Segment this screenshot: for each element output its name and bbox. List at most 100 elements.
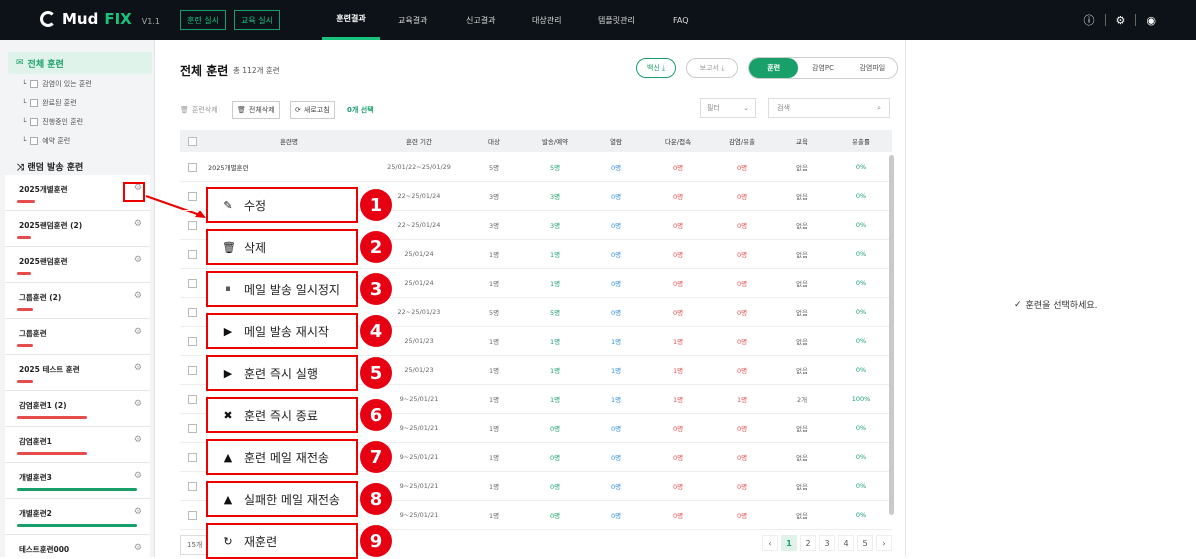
sidebar-item-all-training[interactable]: ✉ 전체 훈련 [8, 52, 152, 74]
vaccine-download-button[interactable]: 백신 ⤓ [636, 58, 676, 78]
checkbox[interactable] [30, 118, 39, 126]
sidebar-group-item[interactable]: 2025 테스트 훈련 ⚙ [5, 355, 150, 391]
sidebar-group-item[interactable]: 그룹훈련 ⚙ [5, 319, 150, 355]
tab-infected-pc[interactable]: 감염PC [798, 63, 847, 73]
sidebar-group-item[interactable]: 2025랜덤훈련 (2) ⚙ [5, 211, 150, 247]
checkbox[interactable] [187, 336, 197, 346]
gear-icon[interactable]: ⚙ [134, 363, 142, 373]
checkbox[interactable] [187, 394, 197, 404]
row-checkbox[interactable] [180, 153, 204, 181]
sidebar-item-infected[interactable]: └ 감염이 있는 훈련 [22, 79, 92, 89]
menu-item[interactable]: 🗑 삭제 [206, 229, 358, 265]
column-header: 훈련 기간 [406, 138, 432, 146]
gear-icon[interactable]: ⚙ [134, 399, 142, 409]
menu-item[interactable]: ⏸ 메일 발송 일시정지 [206, 271, 358, 307]
row-checkbox[interactable] [180, 356, 204, 384]
next-page-button[interactable]: › [876, 535, 892, 551]
gear-icon[interactable]: ⚙ [134, 255, 142, 265]
checkbox[interactable] [187, 307, 197, 317]
menu-item[interactable]: ▲ 실패한 메일 재전송 [206, 481, 358, 517]
sidebar-group-item[interactable]: 감염훈련1 (2) ⚙ [5, 391, 150, 427]
checkbox[interactable] [187, 136, 197, 146]
gear-icon[interactable]: ⚙ [134, 471, 142, 481]
nav-template-management[interactable]: 템플릿관리 [598, 0, 635, 40]
sidebar-item-completed[interactable]: └ 완료된 훈련 [22, 98, 77, 108]
nav-report-results[interactable]: 신고결과 [466, 0, 495, 40]
menu-item[interactable]: ✎ 수정 [206, 187, 358, 223]
checkbox[interactable] [30, 137, 39, 145]
gear-icon[interactable]: ⚙ [134, 291, 142, 301]
row-checkbox[interactable] [180, 240, 204, 268]
delete-all-button[interactable]: 🗑 전체삭제 [232, 101, 280, 119]
table-cell: 1명 [488, 280, 500, 288]
checkbox[interactable] [187, 162, 197, 172]
tab-training[interactable]: 훈련 [749, 58, 799, 78]
row-checkbox[interactable] [180, 298, 204, 326]
checkbox[interactable] [187, 278, 197, 288]
page-5-button[interactable]: 5 [857, 535, 873, 551]
start-training-button[interactable]: 훈련 실시 [180, 10, 226, 30]
user-icon[interactable]: ◉ [1146, 14, 1156, 27]
page-2-button[interactable]: 2 [800, 535, 816, 551]
table-scrollbar[interactable] [889, 155, 894, 515]
menu-item[interactable]: ↻ 재훈련 [206, 523, 358, 559]
sidebar-group-item[interactable]: 그룹훈련 (2) ⚙ [5, 283, 150, 319]
checkbox[interactable] [187, 481, 197, 491]
sidebar-item-scheduled[interactable]: └ 예약 훈련 [22, 136, 70, 146]
report-download-button[interactable]: 보고서 ⤓ [686, 58, 738, 78]
refresh-button[interactable]: ⟳ 새로고침 [290, 101, 335, 119]
gear-icon[interactable]: ⚙ [1116, 14, 1126, 27]
sidebar-group-item[interactable]: 감염훈련1 ⚙ [5, 427, 150, 463]
nav-training-results[interactable]: 훈련결과 [322, 0, 380, 40]
checkbox[interactable] [187, 510, 197, 520]
header-checkbox[interactable] [180, 130, 204, 152]
checkbox[interactable] [187, 452, 197, 462]
page-1-button[interactable]: 1 [781, 535, 797, 551]
checkbox[interactable] [187, 365, 197, 375]
search-input[interactable]: 검색 ⌕ [768, 98, 890, 118]
sidebar-group-item[interactable]: 테스트훈련000 ⚙ [5, 535, 150, 557]
sidebar-item-in-progress[interactable]: └ 진행중인 훈련 [22, 117, 83, 127]
sidebar-group-item[interactable]: 개별훈련3 ⚙ [5, 463, 150, 499]
checkbox[interactable] [30, 99, 39, 107]
menu-item[interactable]: ▲ 훈련 메일 재전송 [206, 439, 358, 475]
nav-target-management[interactable]: 대상관리 [532, 0, 561, 40]
nav-faq[interactable]: FAQ [673, 0, 689, 40]
gear-icon[interactable]: ⚙ [134, 507, 142, 517]
filter-select[interactable]: 필터 ⌄ [700, 98, 756, 118]
nav-education-results[interactable]: 교육결과 [398, 0, 427, 40]
page-3-button[interactable]: 3 [819, 535, 835, 551]
checkbox[interactable] [30, 80, 39, 88]
gear-icon[interactable]: ⚙ [134, 435, 142, 445]
sidebar-group-item[interactable]: 개별훈련2 ⚙ [5, 499, 150, 535]
menu-item[interactable]: ▶ 메일 발송 재시작 [206, 313, 358, 349]
table-row[interactable]: 2025개별훈련 25/01/22~25/01/29 5명 5명 0명 0명 0명 없음 0% [180, 153, 892, 182]
gear-icon[interactable]: ⚙ [134, 327, 142, 337]
row-checkbox[interactable] [180, 269, 204, 297]
app-logo[interactable]: Mud FIX V1.1 [40, 10, 160, 28]
menu-item[interactable]: ▶ 훈련 즉시 실행 [206, 355, 358, 391]
checkbox[interactable] [187, 423, 197, 433]
row-checkbox[interactable] [180, 211, 204, 239]
menu-item[interactable]: ✖ 훈련 즉시 종료 [206, 397, 358, 433]
row-checkbox[interactable] [180, 443, 204, 471]
row-checkbox[interactable] [180, 501, 204, 529]
sidebar-item-random[interactable]: ⤨ 랜덤 발송 훈련 [17, 160, 83, 173]
gear-icon[interactable]: ⚙ [134, 219, 142, 229]
gear-icon[interactable]: ⚙ [134, 543, 142, 553]
row-checkbox[interactable] [180, 414, 204, 442]
row-checkbox[interactable] [180, 472, 204, 500]
tab-infected-file[interactable]: 감염파일 [848, 63, 897, 73]
checkbox[interactable] [187, 191, 197, 201]
sidebar-group-item[interactable]: 2025랜덤훈련 ⚙ [5, 247, 150, 283]
checkbox[interactable] [187, 249, 197, 259]
page-4-button[interactable]: 4 [838, 535, 854, 551]
checkbox[interactable] [187, 220, 197, 230]
row-checkbox[interactable] [180, 385, 204, 413]
delete-training-button[interactable]: 🗑 훈련삭제 [180, 105, 218, 115]
start-education-button[interactable]: 교육 실시 [234, 10, 280, 30]
row-checkbox[interactable] [180, 182, 204, 210]
prev-page-button[interactable]: ‹ [762, 535, 778, 551]
row-checkbox[interactable] [180, 327, 204, 355]
info-icon[interactable]: ⓘ [1084, 12, 1095, 28]
